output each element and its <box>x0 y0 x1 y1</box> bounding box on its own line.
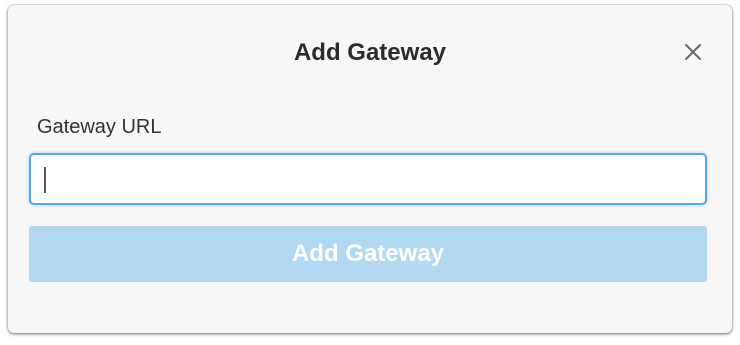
text-cursor <box>44 167 46 193</box>
gateway-url-label: Gateway URL <box>37 116 162 138</box>
close-icon <box>684 43 702 61</box>
add-gateway-button[interactable]: Add Gateway <box>29 226 707 282</box>
dialog-title: Add Gateway <box>293 39 447 66</box>
close-button[interactable] <box>680 39 706 65</box>
gateway-url-input[interactable] <box>29 153 707 205</box>
